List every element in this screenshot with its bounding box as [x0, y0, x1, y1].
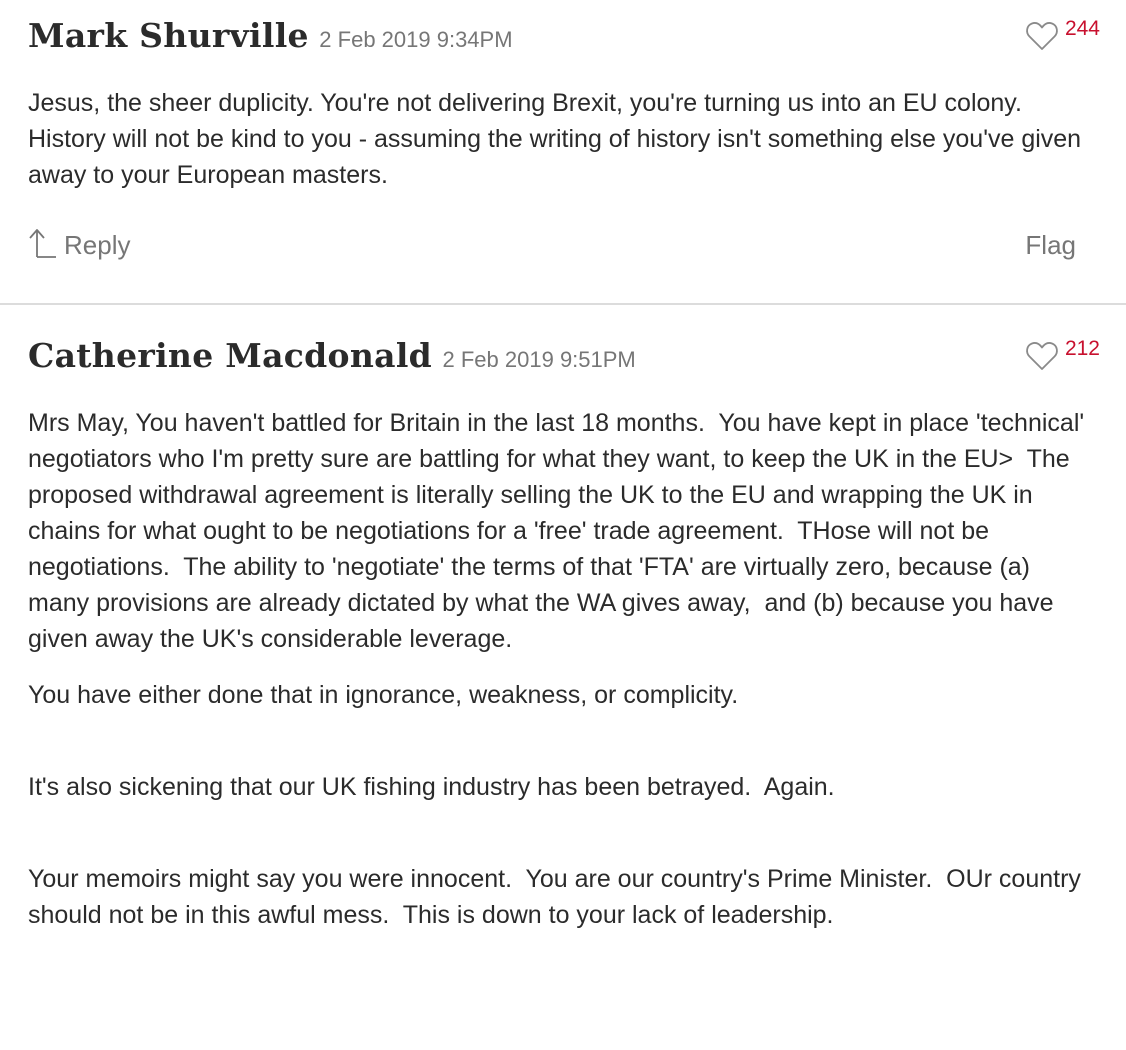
flag-button[interactable]: Flag	[1025, 230, 1076, 261]
reply-button[interactable]: Reply	[28, 228, 131, 261]
comment-author[interactable]: Catherine Macdonald	[28, 336, 432, 375]
comment-body: Jesus, the sheer duplicity. You're not d…	[28, 85, 1088, 213]
comment-timestamp[interactable]: 2 Feb 2019 9:51PM	[443, 347, 636, 372]
comment: Mark Shurville 2 Feb 2019 9:34PM 244 Jes…	[0, 0, 1126, 304]
comment-actions: Reply Flag	[28, 228, 1076, 270]
comment-paragraph: Your memoirs might say you were innocent…	[28, 865, 1088, 929]
like-button[interactable]: 244	[1025, 18, 1100, 54]
comment-paragraph: Jesus, the sheer duplicity. You're not d…	[28, 89, 1089, 189]
comment-header: Catherine Macdonald 2 Feb 2019 9:51PM	[28, 336, 1126, 376]
comment-body: Mrs May, You haven't battled for Britain…	[28, 405, 1088, 953]
comment-paragraph: It's also sickening that our UK fishing …	[28, 773, 835, 801]
like-count: 212	[1064, 337, 1100, 360]
reply-label: Reply	[64, 230, 131, 260]
reply-arrow-icon	[28, 228, 64, 259]
comment-header: Mark Shurville 2 Feb 2019 9:34PM	[28, 16, 1126, 56]
heart-outline-icon[interactable]	[1025, 338, 1059, 372]
comment-paragraph: Mrs May, You haven't battled for Britain…	[28, 409, 1092, 653]
like-button[interactable]: 212	[1025, 338, 1100, 374]
like-count: 244	[1064, 17, 1100, 40]
comment-timestamp[interactable]: 2 Feb 2019 9:34PM	[319, 27, 512, 52]
heart-outline-icon[interactable]	[1025, 18, 1059, 52]
comment-author[interactable]: Mark Shurville	[28, 16, 309, 55]
comment-paragraph: You have either done that in ignorance, …	[28, 681, 739, 709]
